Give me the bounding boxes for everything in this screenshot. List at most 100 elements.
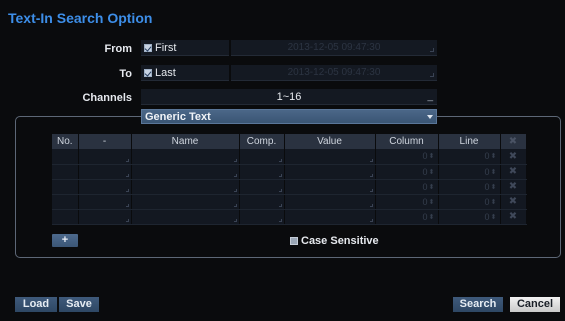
row-number-cell <box>52 194 79 210</box>
resize-corner-icon <box>233 173 237 177</box>
to-last-checkbox[interactable] <box>144 68 152 77</box>
delete-all-icon[interactable]: ✖ <box>500 134 527 149</box>
row-name-cell[interactable] <box>131 149 240 165</box>
row-dash-cell[interactable] <box>78 194 132 210</box>
spin-icon[interactable]: ⬍ <box>491 198 497 206</box>
resize-corner-icon <box>369 203 373 207</box>
delete-row-icon-value: ✖ <box>508 211 518 222</box>
row-column-cell[interactable]: 0 ⬍ <box>375 179 439 195</box>
delete-row-icon[interactable]: ✖ <box>500 164 527 180</box>
from-datetime-field[interactable]: 2013-12-05 09:47:30 <box>231 40 437 56</box>
resize-corner-icon <box>369 173 373 177</box>
load-button[interactable]: Load <box>15 297 57 312</box>
delete-row-icon[interactable]: ✖ <box>500 149 527 165</box>
row-value-cell[interactable] <box>284 149 376 165</box>
spin-icon[interactable]: ⬍ <box>429 152 435 160</box>
save-button[interactable]: Save <box>59 297 99 312</box>
resize-corner-icon <box>233 188 237 192</box>
chevron-down-icon <box>427 115 433 119</box>
row-line-cell[interactable]: 0 ⬍ <box>438 209 501 225</box>
row-comp-cell[interactable] <box>239 209 285 225</box>
row-dash-cell[interactable] <box>78 149 132 165</box>
row-line-cell[interactable]: 0 ⬍ <box>438 164 501 180</box>
row-column-cell-value: 0 <box>422 196 428 207</box>
channels-field[interactable]: 1~16 _ <box>141 89 437 105</box>
resize-corner-icon <box>233 203 237 207</box>
resize-corner-icon <box>278 203 282 207</box>
spin-icon[interactable]: ⬍ <box>491 213 497 221</box>
to-label: To <box>119 68 132 80</box>
row-value-cell[interactable] <box>284 179 376 195</box>
row-column-cell[interactable]: 0 ⬍ <box>375 209 439 225</box>
row-comp-cell[interactable] <box>239 164 285 180</box>
cancel-button[interactable]: Cancel <box>510 297 560 312</box>
from-first-checkbox[interactable] <box>144 43 152 52</box>
from-first-option[interactable]: First <box>141 40 229 56</box>
case-sensitive-label: Case Sensitive <box>301 235 379 247</box>
table-row: 0 ⬍ 0 ⬍ ✖ <box>52 179 527 195</box>
row-name-cell[interactable] <box>131 209 240 225</box>
row-column-cell[interactable]: 0 ⬍ <box>375 164 439 180</box>
dialog-title: Text-In Search Option <box>8 10 153 26</box>
delete-row-icon-value: ✖ <box>508 150 518 162</box>
header-column: Column <box>375 134 439 149</box>
from-datetime-value: 2013-12-05 09:47:30 <box>287 42 381 53</box>
row-name-cell[interactable] <box>131 194 240 210</box>
spin-icon[interactable]: ⬍ <box>491 152 497 160</box>
row-dash-cell[interactable] <box>78 179 132 195</box>
spin-icon[interactable]: ⬍ <box>429 183 435 191</box>
spin-icon[interactable]: ⬍ <box>429 213 435 221</box>
row-number-cell <box>52 179 79 195</box>
header-comp: Comp. <box>239 134 285 149</box>
row-column-cell[interactable]: 0 ⬍ <box>375 194 439 210</box>
resize-corner-icon <box>125 173 129 177</box>
row-column-cell[interactable]: 0 ⬍ <box>375 149 439 165</box>
resize-corner-icon <box>125 158 129 162</box>
row-name-cell[interactable] <box>131 164 240 180</box>
resize-corner-icon <box>430 48 434 52</box>
case-sensitive-checkbox[interactable] <box>290 237 298 245</box>
resize-corner-icon <box>233 158 237 162</box>
delete-row-icon[interactable]: ✖ <box>500 194 527 210</box>
row-value-cell[interactable] <box>284 209 376 225</box>
row-line-cell-value: 0 <box>484 166 490 177</box>
row-line-cell[interactable]: 0 ⬍ <box>438 149 501 165</box>
row-dash-cell[interactable] <box>78 209 132 225</box>
row-column-cell-value: 0 <box>422 166 428 177</box>
device-type-dropdown[interactable]: Generic Text <box>141 109 437 124</box>
to-datetime-field[interactable]: 2013-12-05 09:47:30 <box>231 65 437 81</box>
header-value: Value <box>284 134 376 149</box>
search-button[interactable]: Search <box>453 297 503 312</box>
conditions-table: No. - Name Comp. Value Column Line ✖ 0 ⬍ 0… <box>52 134 527 225</box>
row-line-cell[interactable]: 0 ⬍ <box>438 179 501 195</box>
row-comp-cell[interactable] <box>239 149 285 165</box>
row-name-cell[interactable] <box>131 179 240 195</box>
row-value-cell[interactable] <box>284 194 376 210</box>
resize-corner-icon <box>278 218 282 222</box>
row-number-cell <box>52 209 79 225</box>
spin-icon[interactable]: ⬍ <box>429 168 435 176</box>
row-line-cell[interactable]: 0 ⬍ <box>438 194 501 210</box>
channels-cursor: _ <box>427 91 433 102</box>
row-number-cell <box>52 149 79 165</box>
delete-row-icon-value: ✖ <box>508 196 518 207</box>
spin-icon[interactable]: ⬍ <box>491 168 497 176</box>
resize-corner-icon <box>278 158 282 162</box>
spin-icon[interactable]: ⬍ <box>491 183 497 191</box>
row-value-cell[interactable] <box>284 164 376 180</box>
row-line-cell-value: 0 <box>484 196 490 207</box>
resize-corner-icon <box>278 173 282 177</box>
delete-row-icon[interactable]: ✖ <box>500 179 527 195</box>
resize-corner-icon <box>125 203 129 207</box>
delete-row-icon[interactable]: ✖ <box>500 209 527 225</box>
row-comp-cell[interactable] <box>239 179 285 195</box>
to-last-option[interactable]: Last <box>141 65 229 81</box>
table-row: 0 ⬍ 0 ⬍ ✖ <box>52 149 527 165</box>
row-dash-cell[interactable] <box>78 164 132 180</box>
spin-icon[interactable]: ⬍ <box>429 198 435 206</box>
row-comp-cell[interactable] <box>239 194 285 210</box>
row-column-cell-value: 0 <box>422 211 428 222</box>
header-dash: - <box>78 134 132 149</box>
case-sensitive-option[interactable]: Case Sensitive <box>290 235 379 247</box>
add-condition-button[interactable]: + <box>52 234 78 247</box>
